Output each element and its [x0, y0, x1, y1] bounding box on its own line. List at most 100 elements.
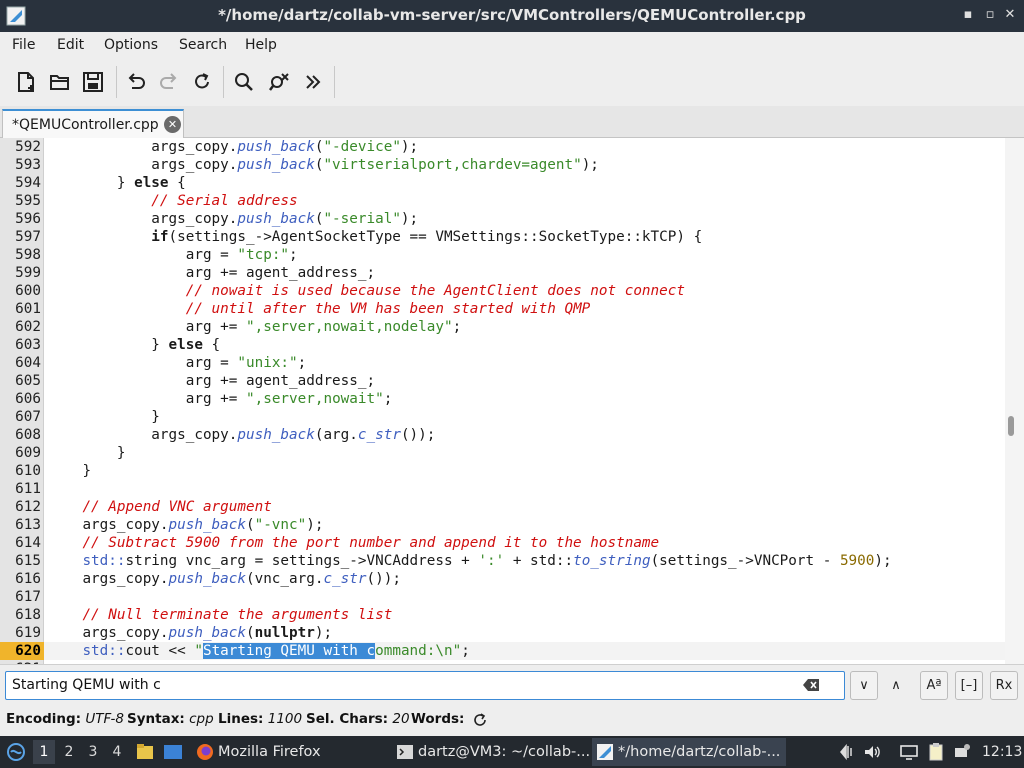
volume-icon[interactable]: [862, 742, 882, 762]
code-line[interactable]: 601 // until after the VM has been start…: [0, 300, 1005, 318]
clear-search-icon[interactable]: [802, 677, 820, 693]
code-line[interactable]: 612 // Append VNC argument: [0, 498, 1005, 516]
code-line[interactable]: 607 }: [0, 408, 1005, 426]
code-line[interactable]: 593 args_copy.push_back("virtserialport,…: [0, 156, 1005, 174]
workspace-2[interactable]: 2: [58, 740, 80, 764]
featherpad-icon: [597, 744, 613, 760]
file-manager-icon[interactable]: [136, 743, 154, 761]
open-file-icon[interactable]: [46, 68, 74, 96]
code-line[interactable]: 620 std::cout << "Starting QEMU with com…: [0, 642, 1005, 660]
code-line[interactable]: 611: [0, 480, 1005, 498]
code-line[interactable]: 598 arg = "tcp:";: [0, 246, 1005, 264]
code-line[interactable]: 605 arg += agent_address_;: [0, 372, 1005, 390]
clipboard-icon[interactable]: [926, 742, 946, 762]
code-line[interactable]: 614 // Subtract 5900 from the port numbe…: [0, 534, 1005, 552]
code-line[interactable]: 594 } else {: [0, 174, 1005, 192]
redo-icon[interactable]: [155, 68, 183, 96]
menu-help[interactable]: Help: [245, 37, 277, 53]
line-number: 613: [15, 517, 41, 533]
match-case-button[interactable]: Aª: [920, 671, 948, 700]
code-line[interactable]: 600 // nowait is used because the AgentC…: [0, 282, 1005, 300]
toolbar-separator: [116, 66, 117, 98]
line-text: arg += ",server,nowait,nodelay";: [185, 319, 462, 335]
menu-file[interactable]: File: [12, 37, 35, 53]
close-window-button[interactable]: ✕: [1002, 6, 1018, 24]
network-icon[interactable]: [899, 742, 919, 762]
line-number: 610: [15, 463, 41, 479]
code-line[interactable]: 610 }: [0, 462, 1005, 480]
line-number: 609: [15, 445, 41, 461]
code-line[interactable]: 596 args_copy.push_back("-serial");: [0, 210, 1005, 228]
line-number: 612: [15, 499, 41, 515]
code-line[interactable]: 602 arg += ",server,nowait,nodelay";: [0, 318, 1005, 336]
workspace-3[interactable]: 3: [82, 740, 104, 764]
workspace-4[interactable]: 4: [106, 740, 128, 764]
line-number: 605: [15, 373, 41, 389]
search-icon[interactable]: [230, 68, 258, 96]
line-number: 606: [15, 391, 41, 407]
line-text: arg = "unix:";: [185, 355, 307, 371]
code-line[interactable]: 615 std::string vnc_arg = settings_->VNC…: [0, 552, 1005, 570]
reload-icon[interactable]: [188, 68, 216, 96]
task-featherpad[interactable]: */home/dartz/collab-...: [592, 738, 786, 766]
vertical-scrollbar[interactable]: [1005, 138, 1024, 664]
line-text: args_copy.push_back("-vnc");: [82, 517, 324, 533]
minimize-button[interactable]: ▪: [960, 6, 976, 24]
code-line[interactable]: 613 args_copy.push_back("-vnc");: [0, 516, 1005, 534]
line-text: args_copy.push_back(arg.c_str());: [151, 427, 436, 443]
search-input[interactable]: Starting QEMU with c: [5, 671, 845, 700]
line-number: 603: [15, 337, 41, 353]
task-terminal[interactable]: dartz@VM3: ~/collab-...: [392, 738, 590, 766]
line-text: arg += agent_address_;: [185, 373, 376, 389]
status-lines: Lines: 1100: [218, 711, 303, 727]
search-bar: Starting QEMU with c ∨ ∧ Aª [–] Rx: [0, 664, 1024, 706]
line-text: std::cout << "Starting QEMU with command…: [82, 643, 470, 659]
code-line[interactable]: 592 args_copy.push_back("-device");: [0, 138, 1005, 156]
notification-icon[interactable]: [952, 742, 972, 762]
line-number: 592: [15, 139, 41, 155]
start-menu-icon[interactable]: [6, 742, 26, 762]
code-line[interactable]: 597 if(settings_->AgentSocketType == VMS…: [0, 228, 1005, 246]
code-line[interactable]: 603 } else {: [0, 336, 1005, 354]
save-icon[interactable]: [79, 68, 107, 96]
screenshot-tray-icon[interactable]: [838, 742, 858, 762]
workspace-1[interactable]: 1: [33, 740, 55, 764]
scrollbar-thumb[interactable]: [1008, 416, 1014, 436]
line-number: 608: [15, 427, 41, 443]
replace-icon[interactable]: [265, 68, 293, 96]
more-icon[interactable]: [299, 68, 327, 96]
line-text: args_copy.push_back(vnc_arg.c_str());: [82, 571, 401, 587]
code-line[interactable]: 608 args_copy.push_back(arg.c_str());: [0, 426, 1005, 444]
code-line[interactable]: 604 arg = "unix:";: [0, 354, 1005, 372]
task-firefox[interactable]: Mozilla Firefox: [192, 738, 382, 766]
refresh-words-icon[interactable]: [472, 712, 488, 728]
undo-icon[interactable]: [122, 68, 150, 96]
line-text: } else {: [116, 175, 186, 191]
task-terminal-label: dartz@VM3: ~/collab-...: [418, 744, 591, 760]
maximize-button[interactable]: ▫: [982, 6, 998, 24]
find-previous-button[interactable]: ∧: [882, 671, 910, 700]
menu-edit[interactable]: Edit: [57, 37, 84, 53]
show-desktop-icon[interactable]: [163, 743, 183, 761]
new-file-icon[interactable]: [12, 68, 40, 96]
code-line[interactable]: 619 args_copy.push_back(nullptr);: [0, 624, 1005, 642]
regex-button[interactable]: Rx: [990, 671, 1018, 700]
code-line[interactable]: 599 arg += agent_address_;: [0, 264, 1005, 282]
code-line[interactable]: 616 args_copy.push_back(vnc_arg.c_str())…: [0, 570, 1005, 588]
clock[interactable]: 12:13: [982, 736, 1022, 768]
menu-bar: File Edit Options Search Help: [0, 32, 1024, 58]
status-bar: Encoding: UTF-8 Syntax: cpp Lines: 1100 …: [0, 706, 1024, 736]
line-text: arg = "tcp:";: [185, 247, 298, 263]
tab-qemucontroller[interactable]: *QEMUController.cpp ✕: [2, 109, 184, 138]
find-next-button[interactable]: ∨: [850, 671, 878, 700]
code-line[interactable]: 595 // Serial address: [0, 192, 1005, 210]
menu-search[interactable]: Search: [179, 37, 227, 53]
menu-options[interactable]: Options: [104, 37, 158, 53]
whole-word-button[interactable]: [–]: [955, 671, 983, 700]
tab-close-icon[interactable]: ✕: [164, 116, 181, 133]
code-line[interactable]: 609 }: [0, 444, 1005, 462]
code-line[interactable]: 617: [0, 588, 1005, 606]
code-line[interactable]: 606 arg += ",server,nowait";: [0, 390, 1005, 408]
code-line[interactable]: 618 // Null terminate the arguments list: [0, 606, 1005, 624]
code-editor[interactable]: 592 args_copy.push_back("-device"); 593 a…: [0, 138, 1024, 664]
